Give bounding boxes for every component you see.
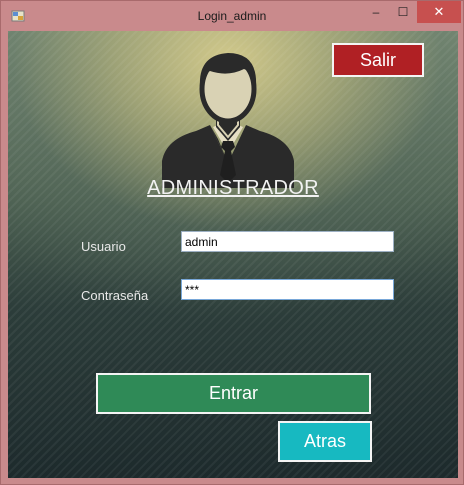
exit-button[interactable]: Salir <box>332 43 424 77</box>
close-button[interactable]: ✕ <box>417 1 461 23</box>
login-panel: ADMINISTRADOR Salir Usuario Contraseña E… <box>8 31 458 478</box>
username-input[interactable] <box>181 231 394 252</box>
title-bar[interactable]: Login_admin – ☐ ✕ <box>1 1 463 31</box>
username-label: Usuario <box>81 239 126 254</box>
admin-avatar-icon <box>162 53 294 188</box>
password-input[interactable] <box>181 279 394 300</box>
administrator-heading: ADMINISTRADOR <box>147 177 319 199</box>
login-button[interactable]: Entrar <box>96 373 371 414</box>
back-button[interactable]: Atras <box>278 421 372 462</box>
maximize-button[interactable]: ☐ <box>390 1 416 23</box>
password-label: Contraseña <box>81 288 149 303</box>
minimize-button[interactable]: – <box>363 1 389 23</box>
login-window: Login_admin – ☐ ✕ ADMINISTRADOR Salir Us… <box>0 0 464 485</box>
